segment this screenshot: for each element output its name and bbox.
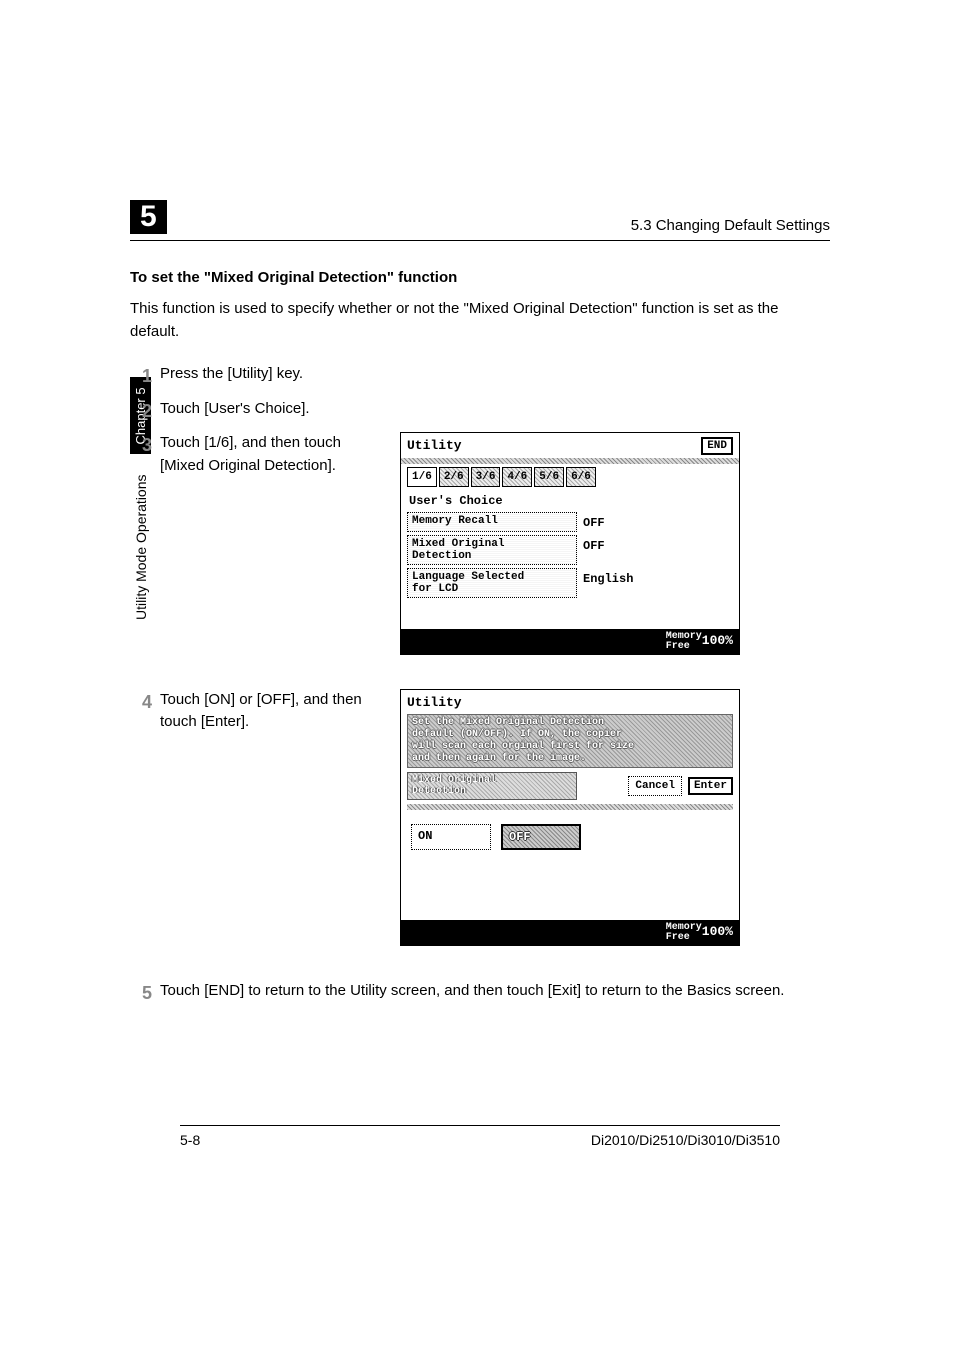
intro-paragraph: This function is used to specify whether… [130, 298, 830, 343]
step-5-text: Touch [END] to return to the Utility scr… [160, 982, 784, 999]
memory-recall-button[interactable]: Memory Recall [407, 512, 577, 532]
end-button[interactable]: END [701, 437, 733, 455]
step-2-text: Touch [User's Choice]. [160, 400, 310, 417]
page-tabs: 1/6 2/6 3/6 4/6 5/6 6/6 [401, 464, 739, 491]
section-label: 5.3 Changing Default Settings [631, 217, 830, 234]
mixed-original-detection-button[interactable]: Mixed Original Detection [407, 535, 577, 565]
memory-free-value: 100% [702, 633, 733, 648]
page-header: 5 5.3 Changing Default Settings [130, 200, 830, 234]
page-number: 5-8 [180, 1132, 200, 1148]
tab-6-6[interactable]: 6/6 [566, 467, 596, 488]
step-1-text: Press the [Utility] key. [160, 365, 303, 382]
tab-4-6[interactable]: 4/6 [502, 467, 532, 488]
language-selected-button[interactable]: Language Selected for LCD [407, 568, 577, 598]
screen2-title: Utility [407, 693, 462, 713]
header-rule [130, 240, 830, 241]
screenshot-users-choice: Utility END 1/6 2/6 3/6 4/6 5/6 6/6 Us [400, 432, 740, 655]
model-line: Di2010/Di2510/Di3010/Di3510 [591, 1132, 780, 1148]
step-2: Touch [User's Choice]. [130, 398, 830, 421]
screenshot-mixed-original-setting: Utility Set the Mixed Original Detection… [400, 689, 740, 946]
tab-3-6[interactable]: 3/6 [471, 467, 501, 488]
instruction-message: Set the Mixed Original Detection default… [407, 714, 733, 768]
enter-button[interactable]: Enter [688, 777, 733, 795]
step-1: Press the [Utility] key. [130, 363, 830, 386]
tab-1-6[interactable]: 1/6 [407, 467, 437, 488]
step-3: Touch [1/6], and then touch [Mixed Origi… [130, 432, 830, 655]
memory-free-footer: Memory Free100% [401, 629, 739, 653]
step-5: Touch [END] to return to the Utility scr… [130, 980, 830, 1003]
page-footer: 5-8 Di2010/Di2510/Di3010/Di3510 [180, 1125, 780, 1148]
memory-free-value: 100% [702, 924, 733, 939]
step-4: Touch [ON] or [OFF], and then touch [Ent… [130, 689, 830, 946]
chapter-number-badge: 5 [130, 200, 167, 234]
language-selected-value: English [583, 568, 633, 598]
section-heading: To set the "Mixed Original Detection" fu… [130, 269, 830, 286]
memory-free-label: Memory Free [666, 923, 702, 943]
mixed-original-detection-value: OFF [583, 535, 605, 565]
memory-free-label: Memory Free [666, 632, 702, 652]
off-button[interactable]: OFF [501, 824, 581, 850]
on-button[interactable]: ON [411, 824, 491, 850]
tab-5-6[interactable]: 5/6 [534, 467, 564, 488]
mixed-original-detection-label: Mixed Original Detection [407, 772, 577, 800]
memory-recall-value: OFF [583, 512, 605, 532]
screen1-title: Utility [407, 436, 462, 456]
users-choice-label: User's Choice [401, 490, 739, 512]
steps-list: Press the [Utility] key. Touch [User's C… [130, 363, 830, 1002]
step-3-text: Touch [1/6], and then touch [Mixed Origi… [160, 432, 380, 477]
step-4-text: Touch [ON] or [OFF], and then touch [Ent… [160, 689, 380, 734]
cancel-button[interactable]: Cancel [628, 776, 682, 797]
tab-2-6[interactable]: 2/6 [439, 467, 469, 488]
memory-free-footer: Memory Free100% [401, 920, 739, 944]
